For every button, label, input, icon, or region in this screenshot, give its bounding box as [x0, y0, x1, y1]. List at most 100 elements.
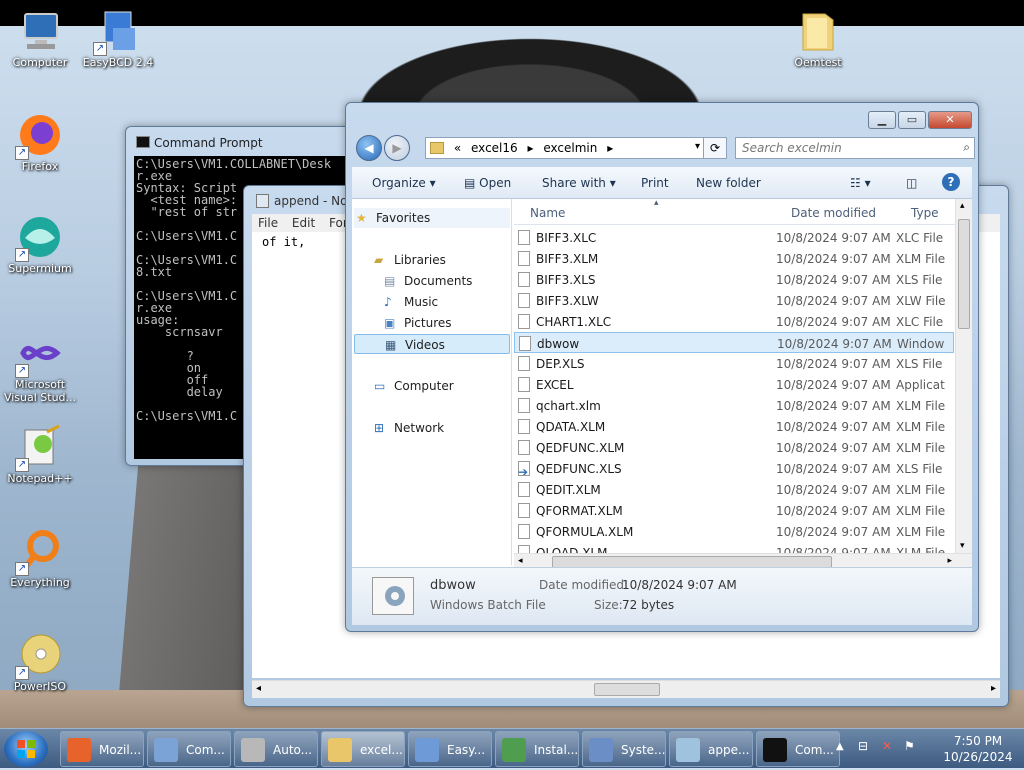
help-icon[interactable]: ?: [942, 173, 960, 191]
view-options-icon[interactable]: ☷ ▾: [850, 176, 871, 190]
file-icon: [518, 293, 530, 308]
file-name: BIFF3.XLW: [536, 294, 599, 308]
start-button[interactable]: [4, 731, 48, 767]
nav-computer[interactable]: ▭ Computer: [372, 376, 454, 396]
clock-time[interactable]: 7:50 PM: [948, 734, 1008, 748]
scroll-left-icon[interactable]: ◂: [256, 683, 261, 694]
taskbar-button[interactable]: excel...: [321, 731, 405, 767]
desktop-icon-poweriso[interactable]: ↗ PowerISO: [0, 632, 80, 693]
scroll-up-icon[interactable]: ▴: [960, 201, 965, 211]
scroll-down-icon[interactable]: ▾: [960, 541, 965, 551]
new-folder-button[interactable]: New folder: [696, 176, 761, 190]
file-row[interactable]: CHART1.XLC 10/8/2024 9:07 AM XLC File: [514, 311, 954, 332]
file-row[interactable]: QFORMAT.XLM 10/8/2024 9:07 AM XLM File: [514, 500, 954, 521]
show-hidden-icons-button[interactable]: ▲: [836, 741, 844, 752]
windows-logo-icon: [17, 740, 35, 758]
desktop-icon-supermium[interactable]: ↗ Supermium: [0, 214, 80, 275]
preview-pane-icon[interactable]: ◫: [906, 176, 917, 190]
forward-button[interactable]: ▶: [384, 135, 410, 161]
back-button[interactable]: ◀: [356, 135, 382, 161]
column-date-modified[interactable]: Date modified: [791, 206, 876, 220]
nav-music[interactable]: ♪ Music: [382, 292, 438, 312]
file-row[interactable]: EXCEL 10/8/2024 9:07 AM Applicat: [514, 374, 954, 395]
taskbar-button[interactable]: Instal...: [495, 731, 579, 767]
scroll-right-icon[interactable]: ▸: [991, 683, 996, 694]
chevron-right-icon[interactable]: ▸: [527, 141, 533, 155]
file-type: XLM File: [896, 441, 946, 455]
nav-documents[interactable]: ▤ Documents: [382, 271, 472, 291]
file-row[interactable]: QDATA.XLM 10/8/2024 9:07 AM XLM File: [514, 416, 954, 437]
file-name: QEDFUNC.XLS: [536, 462, 622, 476]
desktop-icon-firefox[interactable]: ↗ Firefox: [0, 112, 80, 173]
maximize-button[interactable]: ▭: [898, 111, 926, 129]
desktop-icon-notepadpp[interactable]: ↗ Notepad++: [0, 424, 80, 485]
address-segment-excelmin[interactable]: excelmin: [543, 141, 597, 155]
search-placeholder: Search excelmin: [742, 141, 842, 155]
nav-pictures[interactable]: ▣ Pictures: [382, 313, 452, 333]
notepad-horizontal-scrollbar[interactable]: ◂ ▸: [252, 680, 1000, 698]
file-row[interactable]: QEDFUNC.XLS 10/8/2024 9:07 AM XLS File: [514, 458, 954, 479]
taskbar-button[interactable]: Mozil...: [60, 731, 144, 767]
menu-file[interactable]: File: [258, 216, 278, 230]
explorer-window[interactable]: ▁ ▭ ✕ ◀ ▶ « excel16 ▸ excelmin ▸ ▾ ⟳ Sea…: [345, 102, 979, 632]
file-row[interactable]: qchart.xlm 10/8/2024 9:07 AM XLM File: [514, 395, 954, 416]
file-row[interactable]: QFORMULA.XLM 10/8/2024 9:07 AM XLM File: [514, 521, 954, 542]
address-bar[interactable]: « excel16 ▸ excelmin ▸ ▾: [425, 137, 725, 159]
network-tray-icon[interactable]: ⊟: [858, 739, 868, 753]
file-row[interactable]: BIFF3.XLC 10/8/2024 9:07 AM XLC File: [514, 227, 954, 248]
scroll-thumb[interactable]: [958, 219, 970, 329]
nav-videos[interactable]: ▦ Videos: [354, 334, 510, 354]
close-button[interactable]: ✕: [928, 111, 972, 129]
desktop-icon-oemtest[interactable]: Oemtest: [778, 8, 858, 69]
scroll-left-icon[interactable]: ◂: [518, 556, 523, 566]
address-segment-excel16[interactable]: excel16: [471, 141, 518, 155]
file-row[interactable]: BIFF3.XLM 10/8/2024 9:07 AM XLM File: [514, 248, 954, 269]
taskbar-button[interactable]: Com...: [147, 731, 231, 767]
nav-network[interactable]: ⊞ Network: [372, 418, 444, 438]
scroll-thumb[interactable]: [594, 683, 660, 696]
volume-muted-icon[interactable]: ✕: [882, 739, 892, 753]
column-name[interactable]: Name: [530, 206, 565, 220]
menu-edit[interactable]: Edit: [292, 216, 315, 230]
chevron-right-icon[interactable]: ▸: [607, 141, 613, 155]
minimize-button[interactable]: ▁: [868, 111, 896, 129]
scroll-right-icon[interactable]: ▸: [947, 556, 952, 566]
desktop-icon-computer[interactable]: Computer: [0, 8, 80, 69]
file-row[interactable]: QEDFUNC.XLM 10/8/2024 9:07 AM XLM File: [514, 437, 954, 458]
file-row[interactable]: dbwow 10/8/2024 9:07 AM Window: [514, 332, 954, 353]
chevron-down-icon[interactable]: ▾: [695, 141, 700, 152]
file-row[interactable]: QLOAD.XLM 10/8/2024 9:07 AM XLM File: [514, 542, 954, 553]
taskbar-button[interactable]: Com...: [756, 731, 840, 767]
nav-favorites[interactable]: ★ Favorites: [354, 208, 510, 228]
taskbar-button[interactable]: Easy...: [408, 731, 492, 767]
clock-date[interactable]: 10/26/2024: [940, 750, 1016, 764]
taskbar-button[interactable]: appe...: [669, 731, 753, 767]
print-button[interactable]: Print: [641, 176, 669, 190]
open-button[interactable]: ▤ Open: [464, 176, 511, 190]
taskbar-button[interactable]: Auto...: [234, 731, 318, 767]
desktop-icon-easybcd[interactable]: ↗ EasyBCD 2.4: [78, 8, 158, 69]
taskbar: Mozil... Com... Auto... excel... Easy... Inst…: [0, 728, 1024, 768]
file-row[interactable]: DEP.XLS 10/8/2024 9:07 AM XLS File: [514, 353, 954, 374]
search-input[interactable]: Search excelmin ⌕: [735, 137, 975, 159]
nav-libraries[interactable]: ▰ Libraries: [372, 250, 446, 270]
column-type[interactable]: Type: [911, 206, 939, 220]
file-row[interactable]: BIFF3.XLS 10/8/2024 9:07 AM XLS File: [514, 269, 954, 290]
search-icon[interactable]: ⌕: [963, 140, 970, 155]
file-name: EXCEL: [536, 378, 574, 392]
desktop-icon-visual-studio[interactable]: ↗ Microsoft Visual Stud...: [0, 330, 80, 404]
file-row[interactable]: BIFF3.XLW 10/8/2024 9:07 AM XLW File: [514, 290, 954, 311]
file-row[interactable]: QEDIT.XLM 10/8/2024 9:07 AM XLM File: [514, 479, 954, 500]
share-with-button[interactable]: Share with ▾: [542, 176, 616, 190]
organize-button[interactable]: Organize ▾: [372, 176, 436, 190]
file-icon: [518, 482, 530, 497]
taskbar-app-icon: [328, 738, 352, 762]
address-overflow[interactable]: «: [454, 141, 461, 155]
action-center-icon[interactable]: ⚑: [904, 739, 915, 753]
file-date: 10/8/2024 9:07 AM: [776, 546, 891, 553]
refresh-button[interactable]: ⟳: [703, 137, 727, 159]
file-date: 10/8/2024 9:07 AM: [777, 337, 892, 351]
file-list-vertical-scrollbar[interactable]: ▴ ▾: [955, 199, 972, 553]
desktop-icon-everything[interactable]: ↗ Everything: [0, 528, 80, 589]
taskbar-button[interactable]: Syste...: [582, 731, 666, 767]
